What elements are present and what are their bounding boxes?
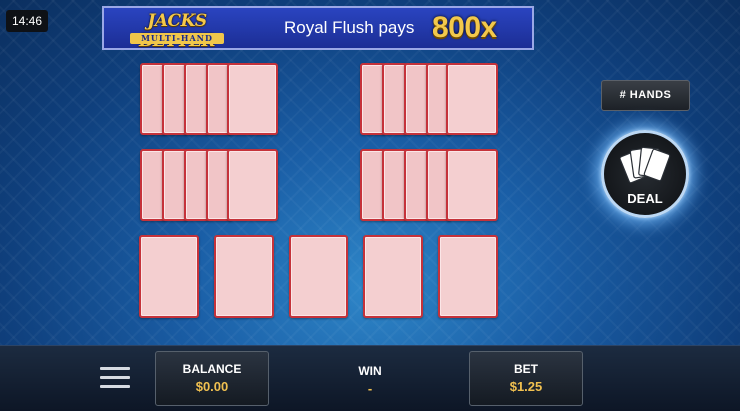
game-logo: JACKS BETTER MULTI-HAND [108, 11, 246, 51]
pay-multiplier: 800x [432, 11, 497, 44]
logo-title: JACKS BETTER [139, 11, 216, 51]
card-back [446, 63, 498, 135]
main-card-5[interactable] [438, 235, 498, 318]
status-clock: 14:46 [6, 10, 48, 32]
logo-subtitle: MULTI-HAND [130, 33, 224, 44]
balance-panel: BALANCE $0.00 [155, 351, 269, 406]
bet-button[interactable]: BET $1.25 [469, 351, 583, 406]
main-card-1[interactable] [139, 235, 199, 318]
num-hands-button[interactable]: # HANDS [601, 80, 690, 111]
main-card-3[interactable] [289, 235, 348, 318]
paytable-banner: JACKS BETTER MULTI-HAND Royal Flush pays… [102, 6, 534, 51]
card-back [446, 149, 498, 221]
win-label: WIN [358, 364, 382, 378]
deal-button[interactable]: DEAL [601, 130, 689, 218]
hamburger-menu-icon[interactable] [100, 367, 130, 389]
win-display: WIN - [330, 351, 410, 406]
win-value: - [367, 381, 373, 396]
bet-value: $1.25 [509, 379, 543, 394]
pay-text: Royal Flush pays [284, 18, 415, 37]
balance-value: $0.00 [195, 379, 229, 394]
card-back [227, 149, 278, 221]
cards-fan-icon [620, 146, 671, 184]
balance-label: BALANCE [182, 362, 242, 376]
main-card-2[interactable] [214, 235, 274, 318]
bet-label: BET [514, 362, 538, 376]
deal-label: DEAL [627, 191, 663, 206]
main-card-4[interactable] [363, 235, 423, 318]
card-back [227, 63, 278, 135]
